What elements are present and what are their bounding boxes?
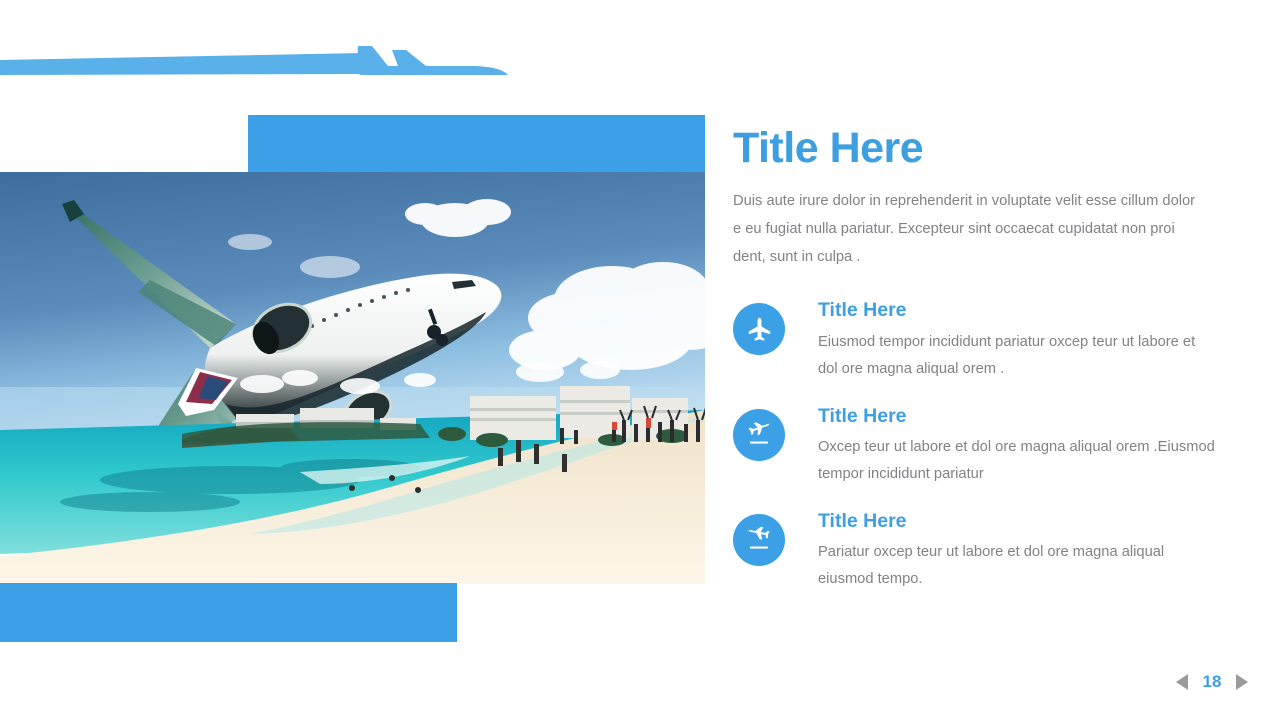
feature-text: Eiusmod tempor incididunt pariatur oxcep… xyxy=(818,333,1196,377)
content-column: Title Here Duis aute irure dolor in repr… xyxy=(733,124,1215,593)
airplane-contrail-icon xyxy=(0,30,560,90)
feature-body: Title Here Eiusmod tempor incididunt par… xyxy=(818,299,1218,382)
page-number: 18 xyxy=(1202,672,1222,691)
feature-list: Title Here Eiusmod tempor incididunt par… xyxy=(733,299,1215,593)
slide-canvas: Title Here Duis aute irure dolor in repr… xyxy=(0,0,1280,720)
triangle-right-icon[interactable] xyxy=(1236,674,1248,690)
feature-title: Title Here xyxy=(818,299,907,322)
feature-body: Title Here Oxcep teur ut labore et dol o… xyxy=(818,405,1218,488)
hero-photo xyxy=(0,172,705,584)
feature-title: Title Here xyxy=(818,404,907,427)
airplane-up-icon xyxy=(733,303,785,356)
accent-band-bottom xyxy=(0,583,457,642)
plane-arrival-icon xyxy=(733,513,785,566)
feature-title: Title Here xyxy=(818,509,907,532)
feature-item[interactable]: Title Here Pariatur oxcep teur ut labore… xyxy=(733,510,1213,593)
feature-item[interactable]: Title Here Eiusmod tempor incididunt par… xyxy=(733,299,1213,382)
feature-text: Oxcep teur ut labore et dol ore magna al… xyxy=(818,438,1215,482)
lead-paragraph: Duis aute irure dolor in reprehenderit i… xyxy=(733,193,1196,266)
slide-pager: 18 xyxy=(1176,672,1248,692)
feature-item[interactable]: Title Here Oxcep teur ut labore et dol o… xyxy=(733,405,1215,488)
feature-text: Pariatur oxcep teur ut labore et dol ore… xyxy=(818,544,1165,588)
accent-band-top xyxy=(248,115,705,173)
plane-departure-icon xyxy=(733,408,785,461)
feature-body: Title Here Pariatur oxcep teur ut labore… xyxy=(818,510,1218,593)
page-title: Title Here xyxy=(733,124,924,172)
triangle-left-icon[interactable] xyxy=(1176,674,1188,690)
